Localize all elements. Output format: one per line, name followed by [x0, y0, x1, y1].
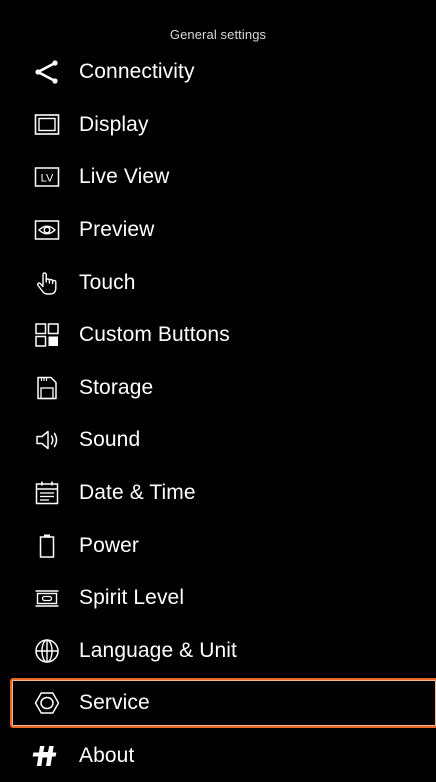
menu-item-label: Touch: [79, 270, 136, 294]
display-icon: [34, 112, 60, 138]
live-view-icon: LV: [34, 164, 60, 190]
menu-item-label: Storage: [79, 375, 154, 399]
svg-text:LV: LV: [41, 173, 54, 185]
menu-item-service[interactable]: Service: [10, 678, 436, 729]
menu-item-date-time[interactable]: Date & Time: [0, 467, 436, 520]
share-icon: [34, 59, 60, 85]
brand-h-icon: [32, 743, 60, 769]
menu-item-label: Power: [79, 533, 140, 557]
menu-item-sound[interactable]: Sound: [0, 414, 436, 467]
menu-item-label: Date & Time: [79, 481, 196, 505]
menu-item-language-unit[interactable]: Language & Unit: [0, 625, 436, 678]
menu-item-label: Sound: [79, 428, 141, 452]
menu-item-preview[interactable]: Preview: [0, 204, 436, 257]
menu-item-label: Language & Unit: [79, 638, 237, 662]
menu-item-power[interactable]: Power: [0, 519, 436, 572]
menu-item-label: Connectivity: [79, 60, 195, 84]
spirit-level-icon: [34, 585, 60, 611]
menu-item-about[interactable]: About: [0, 730, 436, 782]
menu-item-label: Custom Buttons: [79, 323, 230, 347]
menu-item-label: Spirit Level: [79, 586, 185, 610]
eye-icon: [34, 217, 60, 243]
menu-item-display[interactable]: Display: [0, 99, 436, 152]
battery-icon: [34, 533, 60, 559]
settings-menu: Connectivity Display LV Live View Previe…: [0, 46, 436, 782]
calendar-icon: [34, 480, 60, 506]
speaker-icon: [34, 427, 60, 453]
menu-item-label: Display: [79, 112, 149, 136]
menu-item-connectivity[interactable]: Connectivity: [0, 46, 436, 99]
menu-item-label: Preview: [79, 218, 155, 242]
globe-icon: [34, 638, 60, 664]
menu-item-spirit-level[interactable]: Spirit Level: [0, 572, 436, 625]
menu-item-label: Live View: [79, 165, 170, 189]
touch-hand-icon: [34, 270, 60, 296]
menu-item-touch[interactable]: Touch: [0, 256, 436, 309]
menu-item-label: Service: [79, 691, 150, 715]
custom-buttons-icon: [34, 322, 60, 348]
menu-item-live-view[interactable]: LV Live View: [0, 151, 436, 204]
sd-card-icon: [34, 375, 60, 401]
page-title: General settings: [169, 27, 267, 42]
menu-item-storage[interactable]: Storage: [0, 362, 436, 415]
menu-item-custom-buttons[interactable]: Custom Buttons: [0, 309, 436, 362]
menu-item-label: About: [79, 744, 135, 768]
service-nut-icon: [34, 690, 60, 716]
